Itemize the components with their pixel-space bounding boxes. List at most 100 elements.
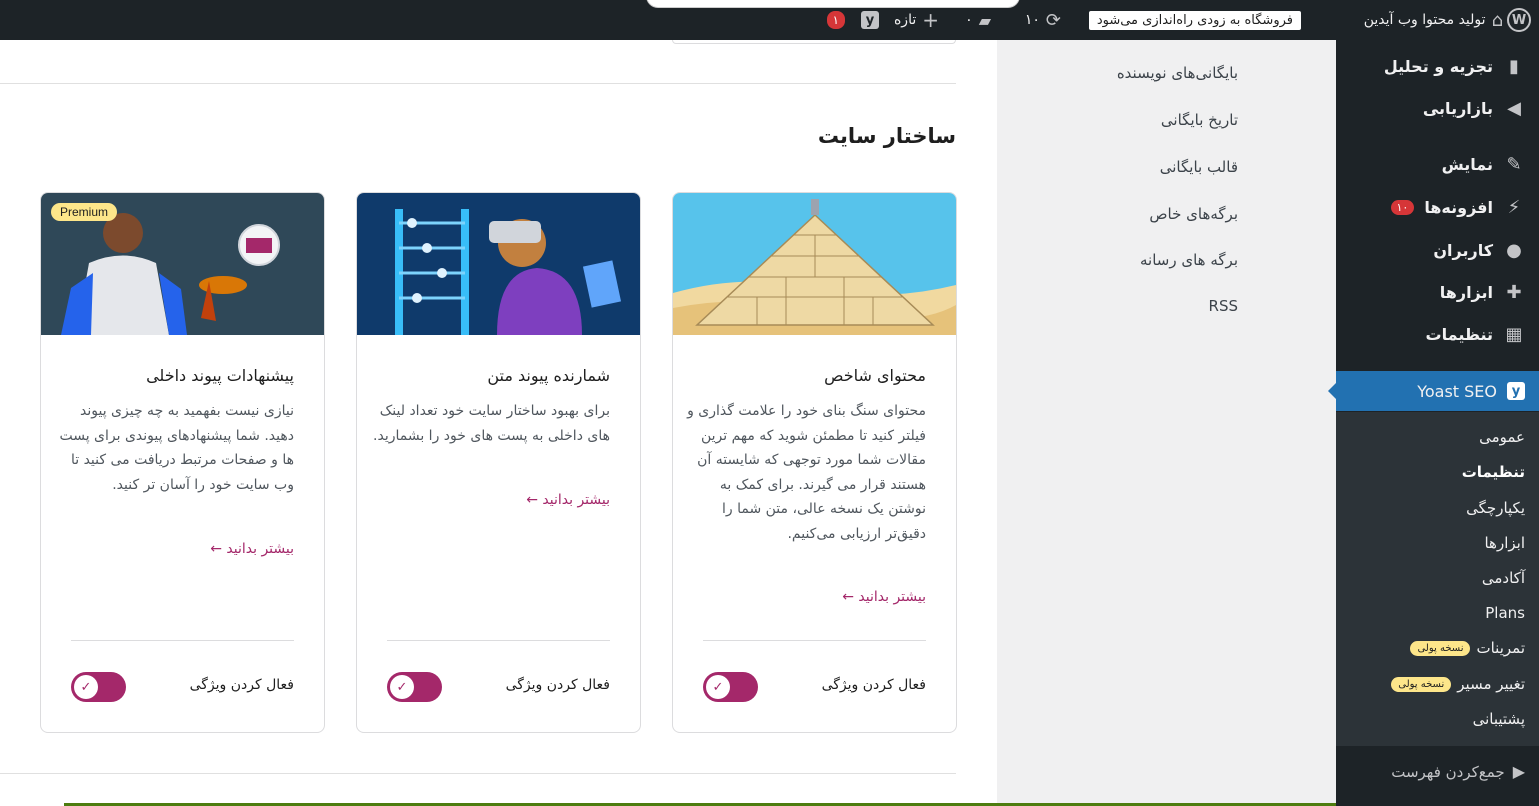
comment-icon: ▰: [978, 10, 991, 30]
feature-card-link-suggestions: Premium پیشنهادات پیوند داخلی نیازی نیست…: [40, 192, 325, 733]
card-description: نیازی نیست بفهمید به چه چیزی پیوند دهید.…: [59, 403, 294, 493]
collapse-menu-button[interactable]: ▶ جمع‌کردن فهرست: [1391, 762, 1525, 781]
plus-icon: +: [922, 8, 939, 32]
store-notice-text: فروشگاه به زودی راه‌اندازی می‌شود: [1088, 10, 1301, 30]
cornerstone-illustration: [673, 193, 956, 335]
sidebar-item-label: Yoast SEO: [1417, 381, 1497, 401]
submenu-plans[interactable]: Plans: [1485, 604, 1525, 622]
check-icon: ✓: [74, 675, 98, 699]
updates-link[interactable]: ⟳ ۱۰: [1025, 0, 1061, 40]
plugin-icon: ⚡: [1507, 196, 1521, 218]
card-divider: [387, 640, 610, 641]
settings-icon: ▦: [1505, 323, 1523, 345]
submenu-settings[interactable]: تنظیمات: [1462, 463, 1525, 481]
enable-feature-toggle[interactable]: ✓: [703, 672, 758, 702]
admin-sidebar: ▮ تجزیه و تحلیل ◀ بازاریابی ✎ نمایش ⚡ اف…: [1328, 40, 1539, 806]
paid-version-badge: نسخه پولی: [1410, 640, 1471, 656]
plugin-updates-badge: ۱۰: [1390, 199, 1415, 215]
card-title: پیشنهادات پیوند داخلی: [146, 366, 294, 385]
submenu-academy[interactable]: آکادمی: [1482, 569, 1525, 587]
learn-more-link[interactable]: بیشتر بدانید ←: [210, 541, 294, 557]
sidebar-item-label: نمایش: [1441, 154, 1493, 174]
sidebar-item-label: تجزیه و تحلیل: [1383, 56, 1493, 76]
submenu-label: تمرینات: [1476, 639, 1525, 657]
divider: [0, 83, 956, 84]
nav-rss[interactable]: RSS: [1209, 297, 1238, 315]
sidebar-item-label: افزونه‌ها: [1424, 197, 1493, 217]
check-icon: ✓: [390, 675, 414, 699]
submenu-tools[interactable]: ابزارها: [1484, 534, 1525, 552]
paid-version-badge: نسخه پولی: [1391, 676, 1452, 692]
yoast-notification-badge[interactable]: ۱: [826, 0, 845, 40]
comments-count: ۰: [965, 12, 973, 28]
card-divider: [71, 640, 294, 641]
wordpress-logo-button[interactable]: W: [1507, 0, 1531, 40]
yoast-adminbar-button[interactable]: y: [861, 0, 879, 40]
check-icon: ✓: [706, 675, 730, 699]
feature-card-cornerstone: محتوای شاخص محتوای سنگ بنای خود را علامت…: [672, 192, 957, 733]
submenu-label: تغییر مسیر: [1457, 675, 1525, 693]
enable-feature-toggle[interactable]: ✓: [71, 672, 126, 702]
bar-chart-icon: ▮: [1509, 55, 1519, 77]
new-label: تازه: [893, 12, 917, 28]
card-description: برای بهبود ساختار سایت خود تعداد لینک ها…: [373, 403, 610, 444]
updates-count: ۱۰: [1024, 12, 1040, 28]
main-content: ساختار سایت محتوای شاخص محتوای سنگ بنای …: [0, 40, 997, 806]
enable-feature-toggle[interactable]: ✓: [387, 672, 442, 702]
enable-feature-label: فعال کردن ویژگی: [821, 677, 926, 693]
megaphone-icon: ◀: [1507, 97, 1521, 119]
sidebar-item-tools[interactable]: ✚ ابزارها: [1336, 272, 1539, 312]
sidebar-item-analytics[interactable]: ▮ تجزیه و تحلیل: [1336, 46, 1539, 86]
premium-badge: Premium: [51, 203, 118, 221]
sidebar-item-appearance[interactable]: ✎ نمایش: [1336, 144, 1539, 184]
sidebar-item-marketing[interactable]: ◀ بازاریابی: [1336, 88, 1539, 128]
learn-more-link[interactable]: بیشتر بدانید ←: [842, 589, 926, 605]
nav-special-pages[interactable]: برگه‌های خاص: [1149, 205, 1238, 223]
home-icon: ⌂: [1491, 9, 1503, 31]
yoast-icon: y: [861, 11, 879, 29]
submenu-general[interactable]: عمومی: [1479, 428, 1525, 446]
site-name: تولید محتوا وب آیدین: [1363, 12, 1486, 28]
sidebar-item-label: بازاریابی: [1422, 98, 1493, 118]
feature-card-link-counter: شمارنده پیوند متن برای بهبود ساختار سایت…: [356, 192, 641, 733]
section-title: ساختار سایت: [817, 124, 956, 148]
enable-feature-label: فعال کردن ویژگی: [189, 677, 294, 693]
sidebar-item-settings[interactable]: ▦ تنظیمات: [1336, 314, 1539, 354]
sidebar-item-users[interactable]: ● کاربران: [1336, 230, 1539, 270]
new-content-link[interactable]: + تازه: [894, 0, 939, 40]
divider: [0, 773, 956, 774]
card-title: محتوای شاخص: [824, 366, 926, 385]
play-circle-icon: ▶: [1512, 762, 1525, 781]
nav-date-archives[interactable]: تاریخ بایگانی: [1161, 111, 1238, 129]
admin-bar: W ⌂ تولید محتوا وب آیدین فروشگاه به زودی…: [0, 0, 1539, 40]
yoast-icon: y: [1507, 382, 1525, 400]
sidebar-item-label: تنظیمات: [1425, 324, 1493, 344]
card-title: شمارنده پیوند متن: [487, 366, 610, 385]
wordpress-icon: W: [1507, 8, 1531, 32]
wrench-icon: ✚: [1506, 281, 1522, 303]
brush-icon: ✎: [1506, 153, 1522, 175]
link-counter-illustration: [357, 193, 640, 335]
store-notice[interactable]: فروشگاه به زودی راه‌اندازی می‌شود: [1088, 0, 1301, 40]
previous-card-edge: [672, 40, 956, 44]
yoast-submenu: عمومی تنظیمات یکپارچگی ابزارها آکادمی Pl…: [1336, 412, 1539, 746]
submenu-redirects[interactable]: تغییر مسیر نسخه پولی: [1391, 675, 1525, 693]
sidebar-item-yoast-seo[interactable]: y Yoast SEO: [1328, 371, 1539, 411]
nav-media-pages[interactable]: برگه های رسانه: [1140, 251, 1238, 269]
enable-feature-label: فعال کردن ویژگی: [505, 677, 610, 693]
nav-author-archives[interactable]: بایگانی‌های نویسنده: [1117, 64, 1238, 82]
collapse-menu-label: جمع‌کردن فهرست: [1391, 762, 1505, 781]
refresh-icon: ⟳: [1045, 9, 1061, 31]
card-description: محتوای سنگ بنای خود را علامت گذاری و فیل…: [687, 403, 926, 542]
site-name-link[interactable]: ⌂ تولید محتوا وب آیدین: [1364, 0, 1503, 40]
comments-link[interactable]: ▰ ۰: [965, 0, 991, 40]
nav-format-archives[interactable]: قالب بایگانی: [1160, 158, 1238, 176]
submenu-integrations[interactable]: یکپارچگی: [1466, 499, 1525, 517]
sidebar-item-plugins[interactable]: ⚡ افزونه‌ها ۱۰: [1336, 187, 1539, 227]
sidebar-item-label: ابزارها: [1439, 282, 1493, 302]
sidebar-item-label: کاربران: [1433, 240, 1493, 260]
submenu-support[interactable]: پشتیبانی: [1473, 710, 1525, 728]
submenu-workouts[interactable]: تمرینات نسخه پولی: [1410, 639, 1525, 657]
learn-more-link[interactable]: بیشتر بدانید ←: [526, 492, 610, 508]
user-icon: ●: [1506, 239, 1522, 261]
